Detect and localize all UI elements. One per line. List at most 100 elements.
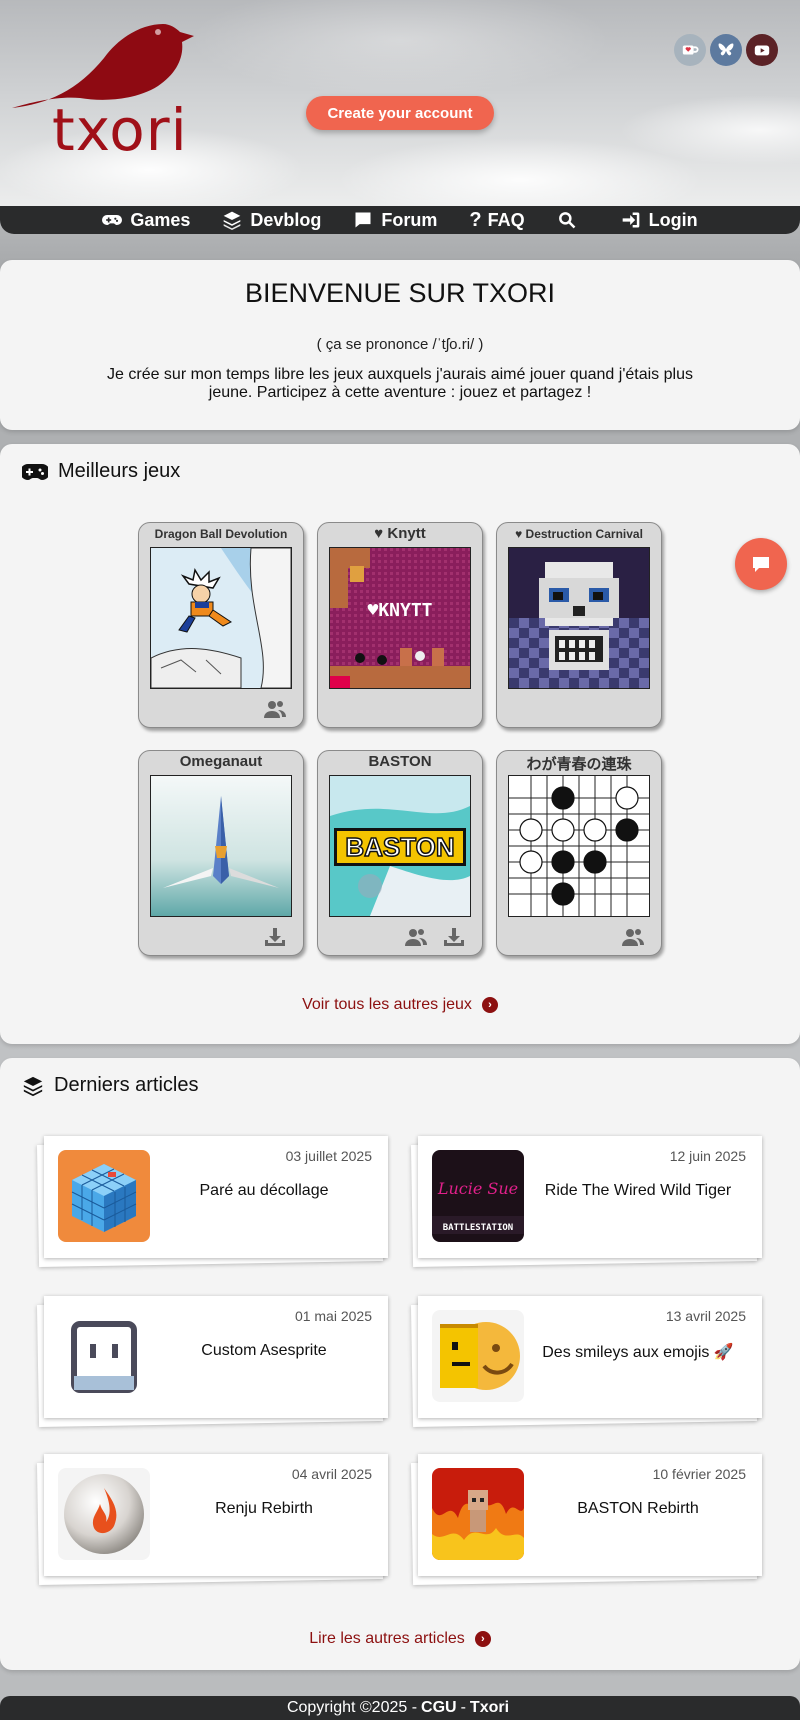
gamepad-icon bbox=[102, 215, 123, 225]
article-thumbnail bbox=[58, 1150, 150, 1242]
article-card[interactable]: 13 avril 2025 Des smileys aux emojis 🚀 bbox=[410, 1296, 762, 1427]
game-card-dragon-ball[interactable]: Dragon Ball Devolution bbox=[138, 522, 304, 728]
game-title: BASTON bbox=[368, 753, 432, 770]
best-games-panel: Meilleurs jeux Dragon Ball Devolution ♥ … bbox=[0, 444, 800, 1044]
welcome-text: Je crée sur mon temps libre les jeux aux… bbox=[107, 366, 693, 401]
pronunciation: ( ça se prononce /ˈtʃo.ri/ ) bbox=[316, 336, 484, 353]
game-image-dragon-ball bbox=[150, 547, 292, 689]
game-title: Dragon Ball Devolution bbox=[154, 527, 288, 541]
game-card-destruction-carnival[interactable]: ♥ Destruction Carnival bbox=[496, 522, 662, 728]
game-title: Omeganaut bbox=[179, 753, 263, 770]
all-games-label: Voir tous les autres jeux bbox=[302, 996, 472, 1013]
nav-search[interactable] bbox=[541, 206, 605, 234]
game-title: Knytt bbox=[387, 525, 426, 542]
users-icon bbox=[264, 701, 286, 718]
article-thumbnail bbox=[432, 1468, 524, 1560]
nav-devblog-label: Devblog bbox=[250, 209, 322, 230]
users-icon bbox=[622, 929, 644, 946]
question-icon: ? bbox=[469, 208, 482, 231]
txori-footer-link[interactable]: Txori bbox=[470, 1699, 509, 1717]
search-icon bbox=[558, 212, 576, 229]
download-icon bbox=[444, 928, 464, 946]
articles-heading: Derniers articles bbox=[22, 1074, 198, 1097]
all-games-link[interactable]: Voir tous les autres jeux › bbox=[0, 996, 800, 1014]
article-thumbnail bbox=[58, 1310, 150, 1402]
article-thumbnail bbox=[432, 1310, 524, 1402]
cgu-link[interactable]: CGU bbox=[421, 1699, 457, 1717]
copyright-text: Copyright ©2025 - bbox=[286, 1699, 418, 1716]
tiger-caption: BATTLESTATION bbox=[443, 1223, 513, 1233]
welcome-title: BIENVENUE SUR TXORI bbox=[244, 278, 556, 308]
tiger-script: Lucie Sue bbox=[437, 1179, 518, 1198]
best-games-heading: Meilleurs jeux bbox=[22, 460, 180, 483]
game-card-omeganaut[interactable]: Omeganaut bbox=[138, 750, 304, 956]
chevron-right-icon: › bbox=[481, 997, 498, 1013]
layers-icon bbox=[23, 1076, 43, 1096]
game-image-knytt: ♥KNYTT bbox=[329, 547, 471, 689]
best-games-title: Meilleurs jeux bbox=[58, 460, 181, 482]
all-articles-label: Lire les autres articles bbox=[309, 1630, 465, 1647]
article-title: Paré au décollage bbox=[199, 1182, 329, 1199]
game-image-baston: BASTON bbox=[329, 775, 471, 917]
chat-icon bbox=[355, 212, 371, 228]
nav-login[interactable]: Login bbox=[605, 206, 714, 234]
create-account-button[interactable]: Create your account bbox=[306, 96, 494, 130]
article-title: Renju Rebirth bbox=[215, 1500, 313, 1517]
gamepad-icon bbox=[22, 463, 48, 480]
nav-forum[interactable]: Forum bbox=[337, 206, 453, 234]
article-date: 12 juin 2025 bbox=[669, 1148, 746, 1164]
footer-separator: - bbox=[460, 1699, 466, 1716]
youtube-link[interactable] bbox=[746, 34, 778, 66]
game-image-omeganaut bbox=[150, 775, 292, 917]
baston-logo: BASTON bbox=[345, 832, 454, 862]
site-header: txori Create your account bbox=[0, 0, 800, 206]
game-image-destruction-carnival bbox=[508, 547, 650, 689]
game-card-baston[interactable]: BASTON BASTON bbox=[317, 750, 483, 956]
bluesky-icon bbox=[718, 43, 734, 56]
article-title: BASTON Rebirth bbox=[577, 1500, 699, 1517]
login-icon bbox=[622, 212, 639, 228]
nav-devblog[interactable]: Devblog bbox=[206, 206, 337, 234]
article-date: 03 juillet 2025 bbox=[285, 1148, 372, 1164]
message-icon bbox=[753, 557, 769, 572]
articles-title: Derniers articles bbox=[54, 1074, 199, 1096]
articles-panel: Derniers articles 03 juillet 2025 Paré a… bbox=[0, 1058, 800, 1670]
article-card[interactable]: Lucie Sue BATTLESTATION 12 juin 2025 Rid… bbox=[410, 1136, 762, 1267]
nav-games[interactable]: Games bbox=[86, 206, 206, 234]
chat-button[interactable] bbox=[735, 538, 787, 590]
article-card[interactable]: 03 juillet 2025 Paré au décollage bbox=[36, 1136, 388, 1267]
heart-icon: ♥ bbox=[515, 527, 526, 541]
download-icon bbox=[265, 928, 285, 946]
game-image-renju bbox=[508, 775, 650, 917]
main-nav: Games Devblog Forum ? FAQ Login bbox=[0, 206, 800, 234]
article-card[interactable]: 01 mai 2025 Custom Asesprite bbox=[36, 1296, 388, 1427]
users-icon bbox=[405, 929, 427, 946]
article-thumbnail: Lucie Sue BATTLESTATION bbox=[432, 1150, 524, 1242]
article-card[interactable]: 10 février 2025 BASTON Rebirth bbox=[410, 1454, 762, 1585]
article-title: Custom Asesprite bbox=[201, 1342, 327, 1359]
article-card[interactable]: 04 avril 2025 Renju Rebirth bbox=[36, 1454, 388, 1585]
game-title: わが青春の連珠 bbox=[526, 755, 632, 773]
game-card-renju[interactable]: わが青春の連珠 bbox=[496, 750, 662, 956]
knytt-logo: ♥KNYTT bbox=[367, 600, 432, 621]
article-title: Des smileys aux emojis 🚀 bbox=[542, 1344, 734, 1361]
article-date: 01 mai 2025 bbox=[294, 1308, 372, 1324]
kofi-icon bbox=[682, 45, 699, 55]
article-date: 10 février 2025 bbox=[652, 1466, 746, 1482]
nav-login-label: Login bbox=[648, 209, 698, 230]
nav-faq-label: FAQ bbox=[487, 209, 525, 230]
kofi-link[interactable] bbox=[674, 34, 706, 66]
all-articles-link[interactable]: Lire les autres articles › bbox=[0, 1630, 800, 1648]
article-date: 13 avril 2025 bbox=[665, 1308, 746, 1324]
game-card-knytt[interactable]: ♥ Knytt ♥KNYTT bbox=[317, 522, 483, 728]
nav-forum-label: Forum bbox=[381, 209, 438, 230]
bluesky-link[interactable] bbox=[710, 34, 742, 66]
logo-text: txori bbox=[52, 96, 188, 164]
nav-faq[interactable]: ? FAQ bbox=[453, 206, 540, 234]
site-footer: Copyright ©2025 - CGU - Txori bbox=[0, 1696, 800, 1720]
game-title: Destruction Carnival bbox=[525, 527, 643, 541]
heart-icon: ♥ bbox=[374, 525, 388, 542]
nav-games-label: Games bbox=[130, 209, 191, 230]
article-title: Ride The Wired Wild Tiger bbox=[544, 1182, 732, 1199]
chevron-right-icon: › bbox=[474, 1631, 491, 1647]
